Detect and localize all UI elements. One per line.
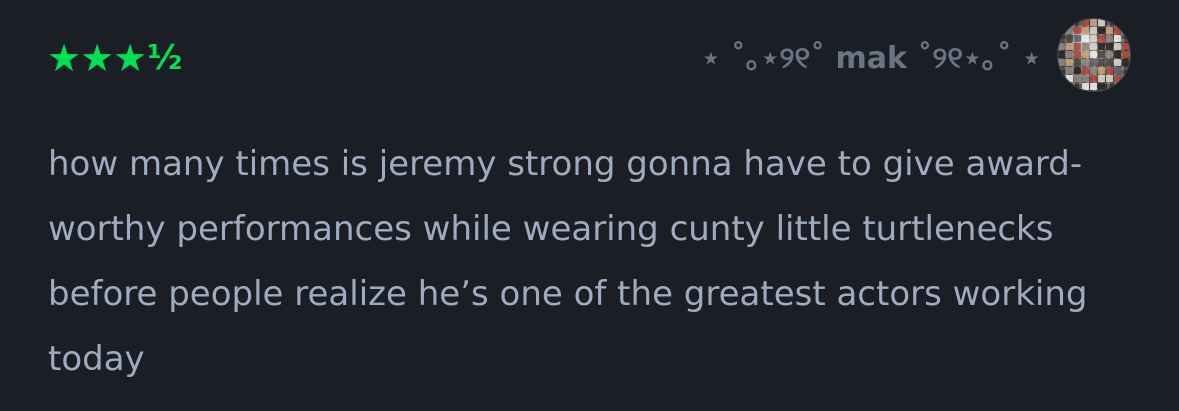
- avatar-mosaic-tile: [1106, 67, 1113, 74]
- avatar-mosaic-tile: [1106, 27, 1113, 34]
- star-icon: ★: [80, 36, 114, 80]
- disco-ball-avatar-icon[interactable]: [1057, 18, 1131, 92]
- avatar-mosaic-tile: [1098, 51, 1105, 58]
- avatar-mosaic-tile: [1082, 19, 1089, 26]
- avatar-mosaic-tile: [1082, 43, 1089, 50]
- avatar-mosaic-tile: [1098, 19, 1105, 26]
- avatar-mosaic-tile: [1074, 51, 1081, 58]
- avatar-mosaic-tile: [1114, 27, 1121, 34]
- avatar-mosaic-tile: [1074, 67, 1081, 74]
- avatar-mosaic-tile: [1114, 43, 1121, 50]
- avatar-mosaic-tile: [1090, 59, 1097, 66]
- avatar-mosaic-tile: [1066, 59, 1073, 66]
- avatar-mosaic-tile: [1106, 35, 1113, 42]
- star-icon: ★: [113, 36, 147, 80]
- avatar-mosaic-tile: [1114, 35, 1121, 42]
- avatar-mosaic-tile: [1074, 59, 1081, 66]
- avatar-mosaic-tile: [1114, 67, 1121, 74]
- avatar-mosaic-tile: [1098, 27, 1105, 34]
- avatar-mosaic-tile: [1058, 59, 1065, 66]
- avatar-mosaic-tile: [1106, 75, 1113, 82]
- avatar-mosaic-tile: [1074, 75, 1081, 82]
- avatar-mosaic-tile: [1098, 75, 1105, 82]
- avatar-mosaic-tile: [1114, 59, 1121, 66]
- avatar-mosaic-tile: [1090, 67, 1097, 74]
- avatar-mosaic-tile: [1082, 59, 1089, 66]
- avatar-mosaic-tile: [1058, 51, 1065, 58]
- review-text: how many times is jeremy strong gonna ha…: [48, 144, 1088, 379]
- avatar-mosaic-tile: [1074, 43, 1081, 50]
- avatar-mosaic-tile: [1090, 19, 1097, 26]
- avatar-mosaic-tile: [1066, 27, 1073, 34]
- avatar-mosaic-tile: [1066, 67, 1073, 74]
- avatar-mosaic-tile: [1106, 43, 1113, 50]
- avatar-mosaic-tile: [1098, 35, 1105, 42]
- avatar-mosaic-tile: [1058, 43, 1065, 50]
- avatar-mosaic-tile: [1098, 43, 1105, 50]
- avatar-mosaic-tile: [1066, 43, 1073, 50]
- avatar-mosaic-tile: [1066, 75, 1073, 82]
- avatar-mosaic-tile: [1114, 75, 1121, 82]
- author-name-link[interactable]: ⋆ ˚｡⋆୨୧˚ mak ˚୨୧⋆｡˚ ⋆: [702, 36, 1042, 82]
- avatar-mosaic-tile: [1066, 51, 1073, 58]
- avatar-mosaic-tile: [1074, 35, 1081, 42]
- avatar-mosaic-tile: [1090, 51, 1097, 58]
- avatar-mosaic-tile: [1082, 35, 1089, 42]
- star-icon: ★: [47, 36, 81, 80]
- avatar-mosaic-tile: [1114, 51, 1121, 58]
- avatar-mosaic-tile: [1090, 35, 1097, 42]
- avatar-mosaic-tile: [1082, 27, 1089, 34]
- avatar-mosaic-tile: [1122, 43, 1129, 50]
- review-card: ★ ★ ★ ½ ⋆ ˚｡⋆୨୧˚ mak ˚୨୧⋆｡˚ ⋆ how many t…: [0, 0, 1179, 411]
- star-rating: ★ ★ ★ ½: [47, 36, 182, 80]
- avatar-mosaic-tile: [1090, 27, 1097, 34]
- avatar-mosaic-tile: [1090, 75, 1097, 82]
- avatar-mosaic-tile: [1074, 27, 1081, 34]
- avatar-mosaic-tile: [1090, 43, 1097, 50]
- avatar-mosaic-tile: [1122, 51, 1129, 58]
- avatar-mosaic-tile: [1098, 83, 1105, 90]
- avatar-mosaic-tile: [1098, 59, 1105, 66]
- avatar-mosaic-tile: [1066, 35, 1073, 42]
- avatar-mosaic-tile: [1122, 59, 1129, 66]
- avatar-mosaic-tile: [1098, 67, 1105, 74]
- avatar-mosaic-tile: [1106, 59, 1113, 66]
- avatar-mosaic-tile: [1082, 67, 1089, 74]
- avatar-mosaic-tile: [1082, 83, 1089, 90]
- avatar-mosaic-tile: [1082, 51, 1089, 58]
- avatar-mosaic-tile: [1106, 51, 1113, 58]
- half-star-icon: ½: [147, 38, 182, 78]
- avatar-mosaic-tile: [1082, 75, 1089, 82]
- avatar-mosaic-tile: [1090, 83, 1097, 90]
